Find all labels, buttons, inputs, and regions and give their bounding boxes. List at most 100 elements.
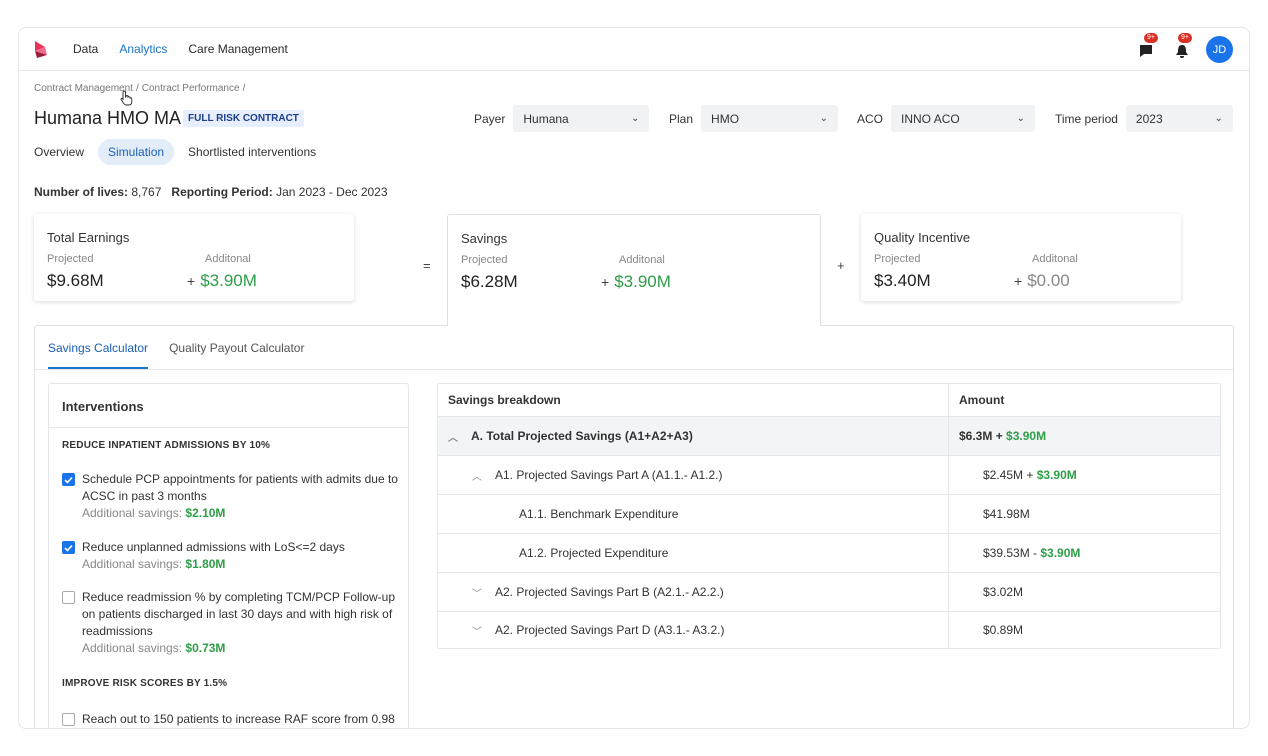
lives-label: Number of lives: <box>34 185 129 199</box>
calculator-tabs: Savings Calculator Quality Payout Calcul… <box>35 326 1233 370</box>
table-row[interactable]: ︿ A. Total Projected Savings (A1+A2+A3) … <box>438 417 1220 456</box>
calculator-panel: Savings Calculator Quality Payout Calcul… <box>34 325 1234 728</box>
payer-label: Payer <box>474 111 506 126</box>
nav-data[interactable]: Data <box>73 42 98 56</box>
chevron-up-icon[interactable]: ︿ <box>472 468 482 483</box>
chevron-down-icon[interactable]: ﹀ <box>472 623 482 638</box>
table-row[interactable]: ﹀ A2. Projected Savings Part D (A3.1.- A… <box>438 612 1220 648</box>
bell-badge: 9+ <box>1178 32 1192 43</box>
additional-label: Additonal <box>1032 253 1078 265</box>
period-label: Reporting Period: <box>171 185 273 199</box>
chat-icon[interactable]: 9+ <box>1138 32 1160 61</box>
chevron-down-icon[interactable]: ﹀ <box>472 585 482 600</box>
time-period-value: 2023 <box>1135 111 1163 126</box>
chevron-down-icon: ⌄ <box>1016 113 1026 124</box>
header-breakdown: Savings breakdown <box>438 384 949 416</box>
total-earnings-card[interactable]: Total Earnings Projected Additonal $9.68M… <box>34 214 354 301</box>
savings-breakdown-table: Savings breakdown Amount ︿ A. Total Proj… <box>437 383 1221 649</box>
intervention-text: Schedule PCP appointments for patients w… <box>82 472 398 503</box>
row-label: A2. Projected Savings Part D (A3.1.- A3.… <box>495 623 725 637</box>
contract-type-badge: FULL RISK CONTRACT <box>183 110 304 127</box>
page-tabs: Overview Simulation Shortlisted interven… <box>34 139 330 165</box>
additional-value: $3.90M <box>614 272 671 291</box>
chevron-down-icon: ⌄ <box>1214 113 1223 124</box>
aco-value: INNO ACO <box>901 111 960 126</box>
lives-value: 8,767 <box>131 185 162 199</box>
app-window: Data Analytics Care Management 9+ 9+ JD … <box>18 27 1250 729</box>
card-title: Savings <box>461 231 508 246</box>
tab-shortlisted-interventions[interactable]: Shortlisted interventions <box>178 139 326 165</box>
intervention-text: Reach out to 150 patients to increase RA… <box>82 712 395 726</box>
nav-analytics[interactable]: Analytics <box>119 42 167 56</box>
breadcrumb-contract-performance[interactable]: Contract Performance <box>142 83 240 94</box>
intervention-item[interactable]: Reduce readmission % by completing TCM/P… <box>62 589 402 657</box>
avatar[interactable]: JD <box>1206 36 1233 63</box>
plus-sign: + <box>601 274 610 290</box>
row-amount: $39.53M <box>983 546 1030 560</box>
chevron-up-icon[interactable]: ︿ <box>448 429 458 444</box>
payer-filter: Payer Humana ⌄ <box>474 105 650 132</box>
tab-overview[interactable]: Overview <box>34 139 94 165</box>
quality-incentive-card[interactable]: Quality Incentive Projected Additonal $3.… <box>861 214 1181 301</box>
additional-label: Additonal <box>205 253 251 265</box>
table-row: A1.1. Benchmark Expenditure $41.98M <box>438 495 1220 534</box>
projected-value: $9.68M <box>47 271 104 290</box>
aco-select[interactable]: INNO ACO ⌄ <box>891 105 1036 132</box>
tab-simulation[interactable]: Simulation <box>98 139 175 165</box>
plan-filter: Plan HMO ⌄ <box>669 105 839 132</box>
payer-select[interactable]: Humana ⌄ <box>513 105 650 132</box>
row-label: A. Total Projected Savings (A1+A2+A3) <box>471 429 693 443</box>
additional-value: $0.00 <box>1027 271 1070 290</box>
plan-label: Plan <box>669 111 694 126</box>
savings-card[interactable]: Savings Projected Additonal $6.28M + $3.90… <box>447 214 821 326</box>
checkbox-unchecked[interactable] <box>62 591 75 604</box>
interventions-title: Interventions <box>49 384 408 428</box>
projected-label: Projected <box>461 254 508 266</box>
plus-sign: + <box>1014 273 1023 289</box>
header-amount: Amount <box>959 393 1005 407</box>
checkbox-checked[interactable] <box>62 473 75 486</box>
row-amount: $41.98M <box>983 507 1030 521</box>
row-amount: $0.89M <box>983 623 1024 637</box>
projected-value: $6.28M <box>461 272 518 291</box>
row-label: A2. Projected Savings Part B (A2.1.- A2.… <box>495 585 724 599</box>
breadcrumb: Contract Management / Contract Performance… <box>34 83 246 94</box>
row-label: A1.2. Projected Expenditure <box>519 546 669 560</box>
breadcrumb-contract-management[interactable]: Contract Management <box>34 83 133 94</box>
row-delta: $3.90M <box>1040 546 1081 560</box>
aco-filter: ACO INNO ACO ⌄ <box>857 105 1036 132</box>
intervention-savings: Additional savings: $0.73M <box>82 641 226 655</box>
intervention-text: Reduce readmission % by completing TCM/P… <box>82 590 396 638</box>
interventions-panel: Interventions REDUCE INPATIENT ADMISSION… <box>48 383 409 728</box>
aco-label: ACO <box>857 111 884 126</box>
tab-savings-calculator[interactable]: Savings Calculator <box>48 341 149 369</box>
bell-icon[interactable]: 9+ <box>1172 32 1194 61</box>
row-label: A1.1. Benchmark Expenditure <box>519 507 679 521</box>
intervention-item[interactable]: Schedule PCP appointments for patients w… <box>62 471 402 522</box>
intervention-item[interactable]: Reduce unplanned admissions with LoS<=2 … <box>62 539 402 573</box>
nav-care-management[interactable]: Care Management <box>188 42 287 56</box>
table-row: A1.2. Projected Expenditure $39.53M - $3… <box>438 534 1220 573</box>
plan-value: HMO <box>711 111 740 126</box>
row-amount: $3.02M <box>983 585 1024 599</box>
app-logo-icon[interactable] <box>33 39 51 59</box>
row-amount: $2.45M <box>983 468 1024 482</box>
table-row[interactable]: ﹀ A2. Projected Savings Part B (A2.1.- A… <box>438 573 1220 612</box>
time-period-select[interactable]: 2023 ⌄ <box>1125 105 1233 132</box>
checkbox-checked[interactable] <box>62 541 75 554</box>
row-label: A1. Projected Savings Part A (A1.1.- A1.… <box>495 468 723 482</box>
chevron-down-icon: ⌄ <box>819 113 829 124</box>
table-row[interactable]: ︿ A1. Projected Savings Part A (A1.1.- A… <box>438 456 1220 495</box>
intervention-item[interactable]: Reach out to 150 patients to increase RA… <box>62 711 402 728</box>
card-title: Total Earnings <box>47 230 130 245</box>
row-delta: $3.90M <box>1036 468 1077 482</box>
checkbox-unchecked[interactable] <box>62 713 75 726</box>
plus-sign: + <box>187 273 196 289</box>
intervention-savings: Additional savings: $1.80M <box>82 557 226 571</box>
additional-label: Additonal <box>619 254 665 266</box>
intervention-savings: Additional savings: $2.10M <box>82 506 226 520</box>
equals-sign: = <box>423 258 431 273</box>
tab-quality-payout-calculator[interactable]: Quality Payout Calculator <box>169 341 304 369</box>
plan-select[interactable]: HMO ⌄ <box>701 105 839 132</box>
section-heading: IMPROVE RISK SCORES BY 1.5% <box>62 678 228 689</box>
